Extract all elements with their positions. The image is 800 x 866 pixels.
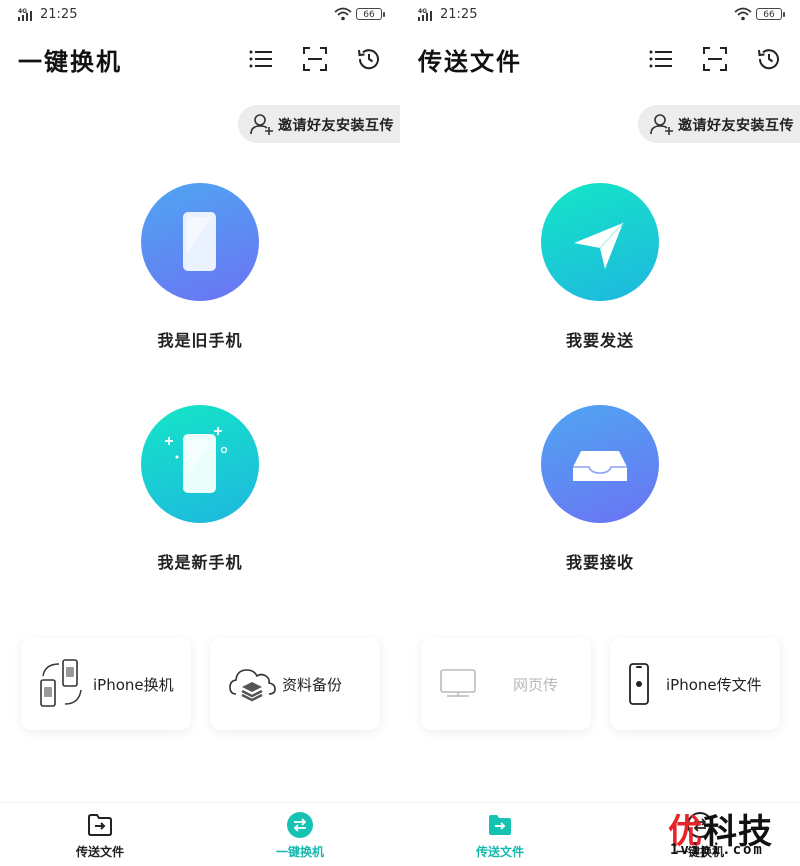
nav-tab-phone-switch[interactable]: 一键换机 [200,803,400,866]
svg-text:4G: 4G [18,8,27,15]
phone-swap-icon [40,659,82,707]
battery-indicator: 66 [356,8,385,20]
watermark-url: 1vipi.com [670,842,764,858]
old-phone-label: 我是旧手机 [157,331,243,350]
iphone-transfer-card[interactable]: iPhone传文件 [610,638,780,730]
status-time: 21:25 [440,7,478,22]
old-phone-button[interactable] [141,183,259,301]
page-title: 传送文件 [418,47,522,76]
nav-label-transfer-files: 传送文件 [475,845,524,859]
list-menu-icon[interactable] [248,46,274,72]
history-clock-icon[interactable] [756,46,782,72]
add-user-icon [250,114,273,135]
scan-icon[interactable] [302,46,328,72]
svg-text:4G: 4G [418,8,427,15]
status-bar: 4G 21:25 66 [400,0,800,30]
iphone-transfer-label: iPhone传文件 [666,676,762,694]
monitor-icon [440,669,476,697]
status-time: 21:25 [40,7,78,22]
iphone-switch-label: iPhone换机 [93,676,174,694]
inbox-tray-icon [573,451,627,481]
invite-friends-button[interactable]: 邀请好友安装互传 [238,105,400,143]
send-button[interactable] [541,183,659,301]
iphone-switch-card[interactable]: iPhone换机 [21,638,191,730]
nav-tab-transfer-files[interactable]: 传送文件 [400,803,600,866]
receive-label: 我要接收 [565,553,634,572]
right-screen: 4G 21:25 66 传送文件 邀请好友安装互传 我要发送 我要接收 网页传 … [400,0,800,866]
phone-icon [183,212,216,271]
status-bar: 4G 21:25 66 [0,0,400,30]
signal-icon: 4G [18,8,32,21]
add-user-icon [650,114,673,135]
new-phone-sparkle-icon [165,427,228,493]
invite-friends-button[interactable]: 邀请好友安装互传 [638,105,800,143]
new-phone-button[interactable] [141,405,259,523]
swap-arrows-icon [287,812,313,838]
data-backup-label: 资料备份 [282,676,343,694]
battery-indicator: 66 [756,8,785,20]
history-clock-icon[interactable] [356,46,382,72]
folder-arrow-icon [489,815,511,835]
nav-tab-transfer-files[interactable]: 传送文件 [0,803,200,866]
wifi-icon [734,7,752,21]
web-transfer-label: 网页传 [513,676,559,694]
list-menu-icon[interactable] [648,46,674,72]
new-phone-label: 我是新手机 [157,553,243,572]
paper-plane-icon [574,222,624,269]
folder-arrow-icon [88,814,112,836]
signal-icon: 4G [418,8,432,21]
receive-button[interactable] [541,405,659,523]
invite-friends-label: 邀请好友安装互传 [278,118,394,134]
scan-icon[interactable] [702,46,728,72]
web-transfer-card[interactable]: 网页传 [421,638,591,730]
data-backup-card[interactable]: 资料备份 [210,638,380,730]
nav-label-phone-switch: 一键换机 [275,845,324,859]
cloud-backup-icon [229,669,276,702]
invite-friends-label: 邀请好友安装互传 [678,118,794,134]
left-screen: 4G 21:25 66 一键换机 邀请好友安装互传 我是旧手机 我是新手机 iP… [0,0,400,866]
watermark-logo: 优科技 1vipi.com [660,802,800,866]
send-label: 我要发送 [565,331,634,350]
wifi-icon [334,7,352,21]
bottom-nav: 传送文件 一键换机 [0,802,400,866]
nav-label-transfer-files: 传送文件 [75,845,124,859]
page-title: 一键换机 [18,47,122,76]
